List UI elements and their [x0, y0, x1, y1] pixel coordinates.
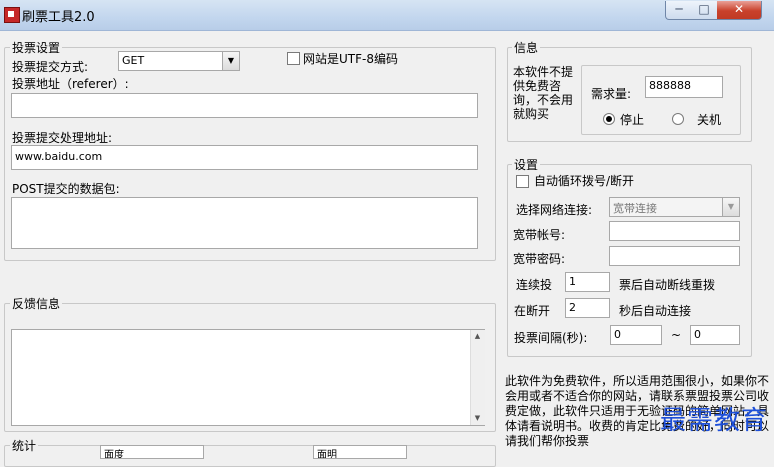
stats-field-1[interactable]: 面度	[100, 445, 204, 459]
referer-input[interactable]	[11, 93, 478, 118]
stats-legend: 统计	[10, 437, 39, 454]
referer-label: 投票地址（referer）:	[12, 77, 129, 91]
network-label: 选择网络连接:	[516, 203, 593, 217]
close-button[interactable]: ✕	[717, 1, 762, 20]
demand-label: 需求量:	[591, 87, 632, 101]
consecutive-prefix: 连续投	[516, 278, 553, 292]
info-text: 本软件不提供免费咨询，不会用就购买	[513, 65, 574, 121]
shutdown-label: 关机	[697, 113, 722, 127]
settings-legend: 设置	[512, 156, 541, 173]
reconnect-prefix: 在断开	[514, 304, 551, 318]
post-data-label: POST提交的数据包:	[12, 182, 120, 196]
shutdown-radio[interactable]	[672, 113, 684, 125]
stop-label: 停止	[620, 113, 645, 127]
utf8-label: 网站是UTF-8编码	[303, 52, 398, 66]
vote-settings-legend: 投票设置	[10, 39, 63, 56]
chevron-down-icon[interactable]: ▼	[722, 198, 739, 216]
interval-to-input[interactable]: 0	[690, 325, 740, 345]
minimize-button[interactable]: ─	[665, 1, 693, 20]
feedback-textarea[interactable]	[11, 329, 485, 426]
title-bar[interactable]: 刷票工具2.0 ─ □ ✕	[0, 0, 774, 31]
interval-separator: ~	[671, 328, 682, 342]
utf8-checkbox[interactable]	[287, 52, 300, 65]
scroll-up-icon[interactable]: ▲	[471, 330, 484, 343]
password-label: 宽带密码:	[513, 252, 566, 266]
maximize-button[interactable]: □	[691, 1, 718, 20]
chevron-down-icon[interactable]: ▼	[222, 52, 239, 70]
window-title: 刷票工具2.0	[22, 10, 95, 25]
feedback-scrollbar[interactable]: ▲ ▼	[470, 330, 485, 425]
interval-label: 投票间隔(秒):	[514, 331, 588, 345]
watermark-logo: 最需教育	[660, 406, 769, 436]
reconnect-input[interactable]: 2	[565, 298, 610, 318]
stats-field-2[interactable]: 面明	[313, 445, 407, 459]
password-input[interactable]	[609, 246, 740, 266]
consecutive-suffix: 票后自动断线重拨	[619, 278, 716, 292]
post-data-textarea[interactable]	[11, 197, 478, 249]
feedback-legend: 反馈信息	[10, 295, 63, 312]
network-value: 宽带连接	[613, 202, 657, 215]
demand-input[interactable]: 888888	[645, 76, 723, 98]
submit-method-label: 投票提交方式:	[12, 60, 89, 74]
submit-method-value: GET	[122, 54, 145, 67]
stats-group	[4, 445, 496, 467]
app-icon	[4, 7, 20, 23]
reconnect-suffix: 秒后自动连接	[619, 304, 692, 318]
auto-dial-label: 自动循环拨号/断开	[534, 174, 635, 188]
account-input[interactable]	[609, 221, 740, 241]
handler-label: 投票提交处理地址:	[12, 131, 113, 145]
stop-radio[interactable]	[603, 113, 615, 125]
interval-from-input[interactable]: 0	[610, 325, 662, 345]
auto-dial-checkbox[interactable]	[516, 175, 529, 188]
network-select[interactable]: 宽带连接 ▼	[609, 197, 740, 217]
account-label: 宽带帐号:	[513, 228, 566, 242]
handler-input[interactable]: www.baidu.com	[11, 145, 478, 170]
info-legend: 信息	[512, 39, 541, 56]
consecutive-input[interactable]: 1	[565, 272, 610, 292]
scroll-down-icon[interactable]: ▼	[471, 412, 484, 425]
submit-method-select[interactable]: GET ▼	[118, 51, 240, 71]
